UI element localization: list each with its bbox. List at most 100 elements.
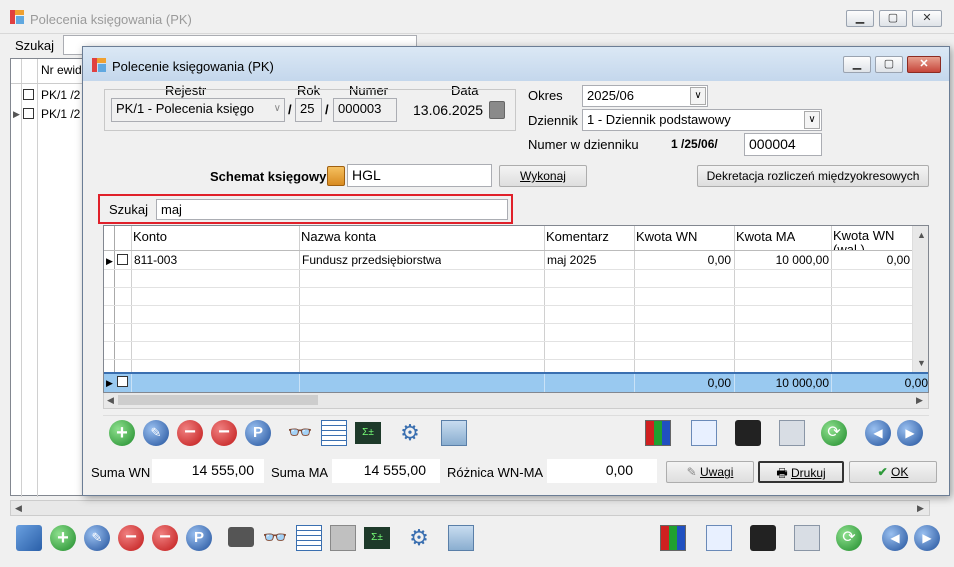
dialog-close-button[interactable]: ✕ [907,56,941,73]
column-header-kwota-ma[interactable]: Kwota MA [736,229,795,244]
bg-grid: Nr ewid PK/1 /2 ▶ PK/1 /2 [10,58,83,497]
bg-row-checkbox[interactable] [23,89,34,100]
ok-label: OK [891,465,909,479]
row-kwota-wn: 0,00 [707,253,731,267]
bg-row-1[interactable]: PK/1 /2 [41,88,80,102]
refresh-icon[interactable]: ⟳ [821,420,847,446]
totals-kwota-wn: 0,00 [707,376,731,390]
scrollbar-thumb[interactable] [118,395,318,405]
row-checkbox[interactable] [117,254,128,265]
search-input[interactable]: maj [156,199,508,220]
bar-chart-icon[interactable] [660,525,686,551]
numer-w-dzienniku-prefix: 1 /25/06/ [671,137,718,151]
okres-label: Okres [528,88,563,103]
column-header-kwota-wn[interactable]: Kwota WN [636,229,697,244]
import-icon[interactable] [16,525,42,551]
totals-checkbox[interactable] [117,376,128,387]
previous-icon[interactable]: ◀ [882,525,908,551]
delete-checked-entry-icon[interactable]: − [211,420,237,446]
delete-entry-icon[interactable]: − [177,420,203,446]
table-row[interactable]: ▶ 811-003 Fundusz przedsiębiorstwa maj 2… [104,251,912,269]
previous-icon[interactable]: ◀ [865,420,891,446]
chart-window-icon[interactable] [448,525,474,551]
edit-icon[interactable]: ✎ [84,525,110,551]
document-icon[interactable] [691,420,717,446]
column-header-komentarz[interactable]: Komentarz [546,229,609,244]
background-window-title: Polecenia księgowania (PK) [30,12,192,27]
entries-grid: Konto Nazwa konta Komentarz Kwota WN Kwo… [103,225,929,393]
wykonaj-button[interactable]: Wykonaj [499,165,587,187]
calculator-icon[interactable]: Σ± [364,527,390,549]
post-entry-icon[interactable]: P [245,420,271,446]
column-header-nazwa-konta[interactable]: Nazwa konta [301,229,376,244]
table-filter-icon[interactable] [321,420,347,446]
column-header-kwota-wn-wal[interactable]: Kwota WN (wal.) [833,229,911,251]
ok-button[interactable]: ✔ OK [849,461,937,483]
data-value[interactable]: 13.06.2025 [413,102,483,118]
rok-field[interactable]: 25 [295,98,322,122]
binoculars-icon[interactable]: 👓 [287,422,313,448]
numer-w-dzienniku-field[interactable]: 000004 [744,133,822,156]
refresh-icon[interactable]: ⟳ [836,525,862,551]
archive-icon[interactable] [330,525,356,551]
dziennik-label: Dziennik [528,113,578,128]
copy-icon[interactable] [779,420,805,446]
bg-row-2[interactable]: PK/1 /2 [41,107,80,121]
dialog-minimize-button[interactable]: ▁ [843,56,871,73]
delete-checked-icon[interactable]: − [152,525,178,551]
background-window-titlebar: Polecenia księgowania (PK) ▁ ▢ ✕ [0,0,954,34]
dialog-toolbar: + ✎ − − P 👓 Σ± ⚙ ⟳ ◀ ▶ [103,415,929,447]
document-icon[interactable] [706,525,732,551]
numer-field[interactable]: 000003 [333,98,397,122]
schemat-label: Schemat księgowy [210,169,327,184]
search-label: Szukaj [109,202,149,217]
dziennik-select[interactable]: 1 - Dziennik podstawowy ∨ [582,109,822,131]
calendar-icon[interactable] [489,101,505,119]
dziennik-value: 1 - Dziennik podstawowy [587,112,731,127]
printer-icon[interactable] [228,527,254,547]
bg-row-checkbox[interactable] [23,108,34,119]
table-filter-icon[interactable] [296,525,322,551]
check-icon: ✔ [877,465,892,479]
row-kwota-wn-wal: 0,00 [886,253,910,267]
calculator-icon[interactable]: Σ± [355,422,381,444]
bg-minimize-button[interactable]: ▁ [846,10,874,27]
next-icon[interactable]: ▶ [914,525,940,551]
schemat-input[interactable]: HGL [347,164,492,187]
numer-separator: / [325,102,329,117]
drukuj-label: Drukuj [790,466,826,480]
bg-close-button[interactable]: ✕ [912,10,942,27]
row-nazwa: Fundusz przedsiębiorstwa [302,253,442,267]
binoculars-icon[interactable]: 👓 [262,527,288,553]
add-icon[interactable]: + [50,525,76,551]
rejestr-select[interactable]: PK/1 - Polecenia księgo ∨ [111,98,285,122]
bg-horizontal-scrollbar[interactable]: ◀ ▶ [10,500,930,516]
chart-window-icon[interactable] [441,420,467,446]
uwagi-button[interactable]: ✎ Uwagi [666,461,754,483]
schemat-picker-icon[interactable] [327,166,345,186]
drukuj-button[interactable]: 🖶 Drukuj [758,461,844,483]
gears-icon[interactable]: ⚙ [397,420,423,446]
next-icon[interactable]: ▶ [897,420,923,446]
grid-vertical-scrollbar[interactable]: ▲ ▼ [912,226,928,372]
copy-icon[interactable] [794,525,820,551]
okres-select[interactable]: 2025/06 ∨ [582,85,708,107]
save-icon[interactable] [735,420,761,446]
delete-icon[interactable]: − [118,525,144,551]
bg-maximize-button[interactable]: ▢ [879,10,907,27]
dialog-title: Polecenie księgowania (PK) [112,59,274,74]
printer-icon: 🖶 [776,466,791,480]
dekretacja-button[interactable]: Dekretacja rozliczeń międzyokresowych [697,165,929,187]
chevron-down-icon: ∨ [804,111,820,129]
edit-entry-icon[interactable]: ✎ [143,420,169,446]
gears-icon[interactable]: ⚙ [406,525,432,551]
dialog-maximize-button[interactable]: ▢ [875,56,903,73]
grid-horizontal-scrollbar[interactable]: ◀ ▶ [103,393,929,409]
add-entry-icon[interactable]: + [109,420,135,446]
save-icon[interactable] [750,525,776,551]
column-header-konto[interactable]: Konto [133,229,167,244]
bar-chart-icon[interactable] [645,420,671,446]
totals-kwota-wn-wal: 0,00 [904,376,928,390]
post-icon[interactable]: P [186,525,212,551]
numer-w-dzienniku-label: Numer w dzienniku [528,137,639,152]
